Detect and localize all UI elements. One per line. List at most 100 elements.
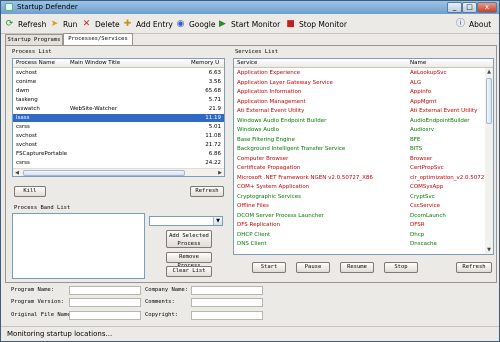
service-stop-button[interactable]: Stop — [384, 262, 418, 273]
maximize-button[interactable]: □ — [462, 2, 477, 13]
google-toolbar-button[interactable]: ◉ Google — [175, 17, 216, 32]
service-start-button[interactable]: Start — [252, 262, 286, 273]
table-row[interactable]: csrss 5.01 — [13, 123, 224, 131]
stop-monitor-toolbar-button[interactable]: ■ Stop Monitor — [285, 17, 347, 32]
process-name-cell: svchost — [16, 133, 38, 139]
app-icon — [5, 3, 13, 11]
service-name-cell: COMSysApp — [410, 184, 444, 190]
copyright-label: Copyright: — [145, 312, 179, 318]
table-row[interactable]: Background Intelligent Transfer Service B… — [234, 145, 493, 153]
table-row[interactable]: DHCP Client Dhcp — [234, 231, 493, 239]
services-vscrollbar[interactable]: ▲ ▼ — [485, 68, 493, 254]
run-toolbar-button[interactable]: ➤ Run — [49, 17, 78, 32]
table-row[interactable]: Application Experience AeLookupSvc — [234, 69, 493, 77]
table-row[interactable]: Base Filtering Engine BFE — [234, 136, 493, 144]
service-pause-button[interactable]: Pause — [296, 262, 330, 273]
table-row[interactable]: COM+ System Application COMSysApp — [234, 183, 493, 191]
scroll-down-icon[interactable]: ▼ — [485, 246, 493, 254]
column-main-window-title[interactable]: Main Window Title — [70, 60, 120, 66]
process-name-cell: wswatch — [16, 106, 40, 112]
tab-startup-programs[interactable]: Startup Programs — [5, 34, 63, 45]
process-hscrollbar[interactable]: ◀ ▶ — [13, 168, 224, 176]
service-display-cell: DHCP Client — [237, 231, 271, 238]
table-row[interactable]: Certificate Propagation CertPropSvc — [234, 164, 493, 172]
table-row[interactable]: Application Layer Gateway Service ALG — [234, 79, 493, 87]
table-row[interactable]: svchost 21.72 — [13, 141, 224, 149]
close-button[interactable]: x — [477, 2, 497, 13]
table-row[interactable]: Computer Browser Browser — [234, 155, 493, 163]
stop-monitor-icon: ■ — [286, 19, 295, 29]
service-name-cell: Dnscache — [410, 241, 437, 247]
process-band-list[interactable] — [12, 213, 145, 279]
delete-label: Delete — [95, 20, 120, 29]
scroll-thumb[interactable] — [23, 170, 185, 176]
table-row[interactable]: Ati External Event Utility Ati External E… — [234, 107, 493, 115]
chevron-down-icon[interactable]: ▼ — [213, 217, 222, 225]
service-display-cell: DNS Client — [237, 241, 267, 247]
table-row[interactable]: FSCapturePortable 6.86 — [13, 150, 224, 158]
table-row[interactable]: Microsoft .NET Framework NGEN v2.0.50727… — [234, 174, 493, 182]
process-name-cell: svchost — [16, 142, 38, 148]
minimize-button[interactable]: _ — [447, 2, 462, 13]
services-list-label: Services List — [235, 49, 279, 55]
process-refresh-button[interactable]: Refresh — [190, 186, 224, 197]
delete-toolbar-button[interactable]: ✕ Delete — [81, 17, 120, 32]
service-name-cell: clr_optimization_v2.0.50727_ — [410, 174, 491, 181]
table-row[interactable]: taskeng 5.71 — [13, 96, 224, 104]
table-row[interactable]: Application Management AppMgmt — [234, 98, 493, 106]
memory-cell: 24.22 — [205, 160, 221, 166]
table-row[interactable]: DNS Client Dnscache — [234, 240, 493, 248]
stop-monitor-label: Stop Monitor — [299, 20, 347, 29]
process-name-cell: csrss — [16, 160, 30, 166]
memory-cell: 6.63 — [208, 70, 221, 76]
scroll-thumb[interactable] — [486, 78, 492, 124]
table-row[interactable]: Windows Audio Endpoint Builder AudioEndpo… — [234, 117, 493, 125]
scroll-up-icon[interactable]: ▲ — [485, 68, 493, 76]
tab-processes-services[interactable]: Processes/Services — [63, 33, 133, 45]
original-file-name-label: Original File Name: — [11, 312, 74, 318]
scroll-right-icon[interactable]: ▶ — [216, 169, 224, 176]
table-row[interactable]: wswatch WebSite-Watcher 21.9 — [13, 105, 224, 113]
start-monitor-toolbar-button[interactable]: ▶ Start Monitor — [217, 17, 280, 32]
company-name-label: Company Name: — [145, 287, 189, 293]
process-band-select[interactable]: ▼ — [149, 216, 223, 226]
table-row[interactable]: DFS Replication DFSR — [234, 221, 493, 229]
service-resume-button[interactable]: Resume — [340, 262, 374, 273]
add-entry-icon: ✚ — [123, 19, 132, 29]
services-list-header: Service Name — [234, 59, 493, 68]
service-name-cell: CscService — [410, 203, 441, 209]
table-row[interactable]: csrss 24.22 — [13, 159, 224, 167]
table-row[interactable]: conime 3.56 — [13, 78, 224, 86]
column-process-name[interactable]: Process Name — [16, 60, 55, 66]
service-display-cell: Offline Files — [237, 203, 269, 209]
add-selected-process-button[interactable]: Add Selected Process — [166, 230, 212, 248]
clear-list-button[interactable]: Clear List — [166, 266, 212, 277]
column-service[interactable]: Service — [237, 60, 257, 66]
table-row[interactable]: dwm 65.68 — [13, 87, 224, 95]
table-row[interactable]: Cryptographic Services CryptSvc — [234, 193, 493, 201]
service-refresh-button[interactable]: Refresh — [456, 262, 492, 273]
window-title: Startup Defender — [17, 3, 78, 11]
table-row[interactable]: lsass 11.19 — [13, 114, 224, 122]
kill-button[interactable]: Kill — [14, 186, 46, 197]
service-name-cell: BITS — [410, 146, 423, 152]
about-toolbar-button[interactable]: ⓘ About — [455, 17, 491, 32]
column-memory-usage[interactable]: Memory U — [191, 60, 219, 66]
service-name-cell: AppMgmt — [410, 98, 437, 105]
remove-process-button[interactable]: Remove Process — [166, 252, 212, 269]
table-row[interactable]: DCOM Server Process Launcher DcomLaunch — [234, 212, 493, 220]
table-row[interactable]: svchost 6.63 — [13, 69, 224, 77]
table-row[interactable]: Windows Audio Audiosrv — [234, 126, 493, 134]
process-list: Process Name Main Window Title Memory U … — [12, 58, 225, 177]
table-row[interactable]: Application Information Appinfo — [234, 88, 493, 96]
table-row[interactable]: svchost 11.08 — [13, 132, 224, 140]
column-name[interactable]: Name — [410, 60, 426, 66]
run-label: Run — [63, 20, 78, 29]
table-row[interactable]: Offline Files CscService — [234, 202, 493, 210]
memory-cell: 5.01 — [208, 124, 221, 130]
refresh-toolbar-button[interactable]: ⟳ Refresh — [4, 17, 47, 32]
service-display-cell: Certificate Propagation — [237, 165, 301, 171]
scroll-left-icon[interactable]: ◀ — [13, 169, 21, 176]
add-entry-toolbar-button[interactable]: ✚ Add Entry — [122, 17, 173, 32]
service-name-cell: Appinfo — [410, 89, 432, 95]
